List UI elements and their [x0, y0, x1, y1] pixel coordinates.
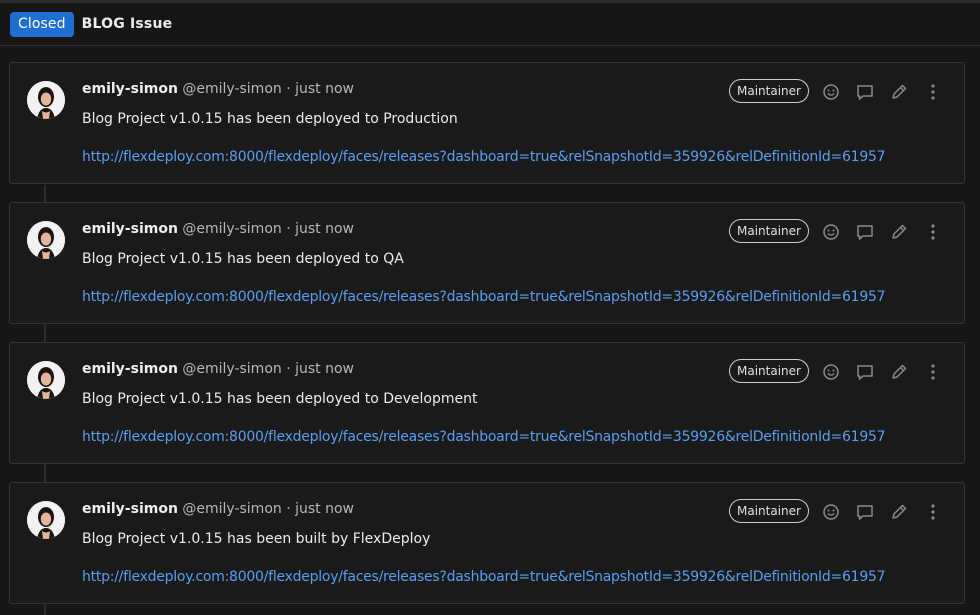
author-handle[interactable]: @emily-simon: [182, 501, 281, 517]
author-handle[interactable]: @emily-simon: [182, 221, 281, 237]
timestamp[interactable]: · just now: [286, 81, 354, 97]
kebab-menu-icon: [931, 364, 935, 380]
issue-header: Closed BLOG Issue: [0, 3, 980, 46]
edit-button[interactable]: [888, 81, 910, 103]
smiley-icon: [823, 224, 839, 240]
release-link[interactable]: http://flexdeploy.com:8000/flexdeploy/fa…: [82, 289, 886, 305]
more-actions-button[interactable]: [922, 221, 944, 243]
pencil-icon: [892, 364, 907, 379]
note-message: Blog Project v1.0.15 has been deployed t…: [82, 251, 404, 267]
timestamp[interactable]: · just now: [286, 361, 354, 377]
issue-title: BLOG Issue: [81, 16, 173, 32]
note-message: Blog Project v1.0.15 has been deployed t…: [82, 391, 478, 407]
avatar[interactable]: [27, 81, 65, 119]
kebab-menu-icon: [931, 84, 935, 100]
pencil-icon: [892, 224, 907, 239]
timeline-note: emily-simon @emily-simon · just now Blog…: [9, 62, 965, 184]
smiley-icon: [823, 504, 839, 520]
author-line: emily-simon @emily-simon · just now: [82, 81, 354, 97]
timestamp[interactable]: · just now: [286, 221, 354, 237]
add-reaction-button[interactable]: [820, 221, 842, 243]
author-name[interactable]: emily-simon: [82, 501, 178, 517]
author-handle[interactable]: @emily-simon: [182, 361, 281, 377]
role-badge: Maintainer: [729, 499, 809, 523]
author-handle[interactable]: @emily-simon: [182, 81, 281, 97]
release-link[interactable]: http://flexdeploy.com:8000/flexdeploy/fa…: [82, 569, 886, 585]
pencil-icon: [892, 504, 907, 519]
note-message: Blog Project v1.0.15 has been deployed t…: [82, 111, 458, 127]
timeline-note: emily-simon @emily-simon · just now Blog…: [9, 342, 965, 464]
add-reaction-button[interactable]: [820, 81, 842, 103]
role-badge: Maintainer: [729, 79, 809, 103]
timeline-note: emily-simon @emily-simon · just now Blog…: [9, 202, 965, 324]
kebab-menu-icon: [931, 504, 935, 520]
edit-button[interactable]: [888, 221, 910, 243]
note-message: Blog Project v1.0.15 has been built by F…: [82, 531, 431, 547]
reply-button[interactable]: [854, 501, 876, 523]
avatar[interactable]: [27, 501, 65, 539]
add-reaction-button[interactable]: [820, 501, 842, 523]
release-link[interactable]: http://flexdeploy.com:8000/flexdeploy/fa…: [82, 149, 886, 165]
more-actions-button[interactable]: [922, 361, 944, 383]
role-badge: Maintainer: [729, 219, 809, 243]
author-name[interactable]: emily-simon: [82, 81, 178, 97]
kebab-menu-icon: [931, 224, 935, 240]
author-name[interactable]: emily-simon: [82, 361, 178, 377]
timestamp[interactable]: · just now: [286, 501, 354, 517]
timeline-note: emily-simon @emily-simon · just now Blog…: [9, 482, 965, 604]
avatar[interactable]: [27, 361, 65, 399]
avatar[interactable]: [27, 221, 65, 259]
release-link[interactable]: http://flexdeploy.com:8000/flexdeploy/fa…: [82, 429, 886, 445]
author-line: emily-simon @emily-simon · just now: [82, 501, 354, 517]
author-name[interactable]: emily-simon: [82, 221, 178, 237]
reply-button[interactable]: [854, 361, 876, 383]
reply-button[interactable]: [854, 81, 876, 103]
pencil-icon: [892, 84, 907, 99]
author-line: emily-simon @emily-simon · just now: [82, 221, 354, 237]
more-actions-button[interactable]: [922, 81, 944, 103]
edit-button[interactable]: [888, 361, 910, 383]
more-actions-button[interactable]: [922, 501, 944, 523]
comment-icon: [857, 365, 873, 380]
comment-icon: [857, 505, 873, 520]
edit-button[interactable]: [888, 501, 910, 523]
status-badge: Closed: [10, 11, 74, 37]
author-line: emily-simon @emily-simon · just now: [82, 361, 354, 377]
smiley-icon: [823, 364, 839, 380]
reply-button[interactable]: [854, 221, 876, 243]
smiley-icon: [823, 84, 839, 100]
role-badge: Maintainer: [729, 359, 809, 383]
comment-icon: [857, 225, 873, 240]
comment-icon: [857, 85, 873, 100]
add-reaction-button[interactable]: [820, 361, 842, 383]
